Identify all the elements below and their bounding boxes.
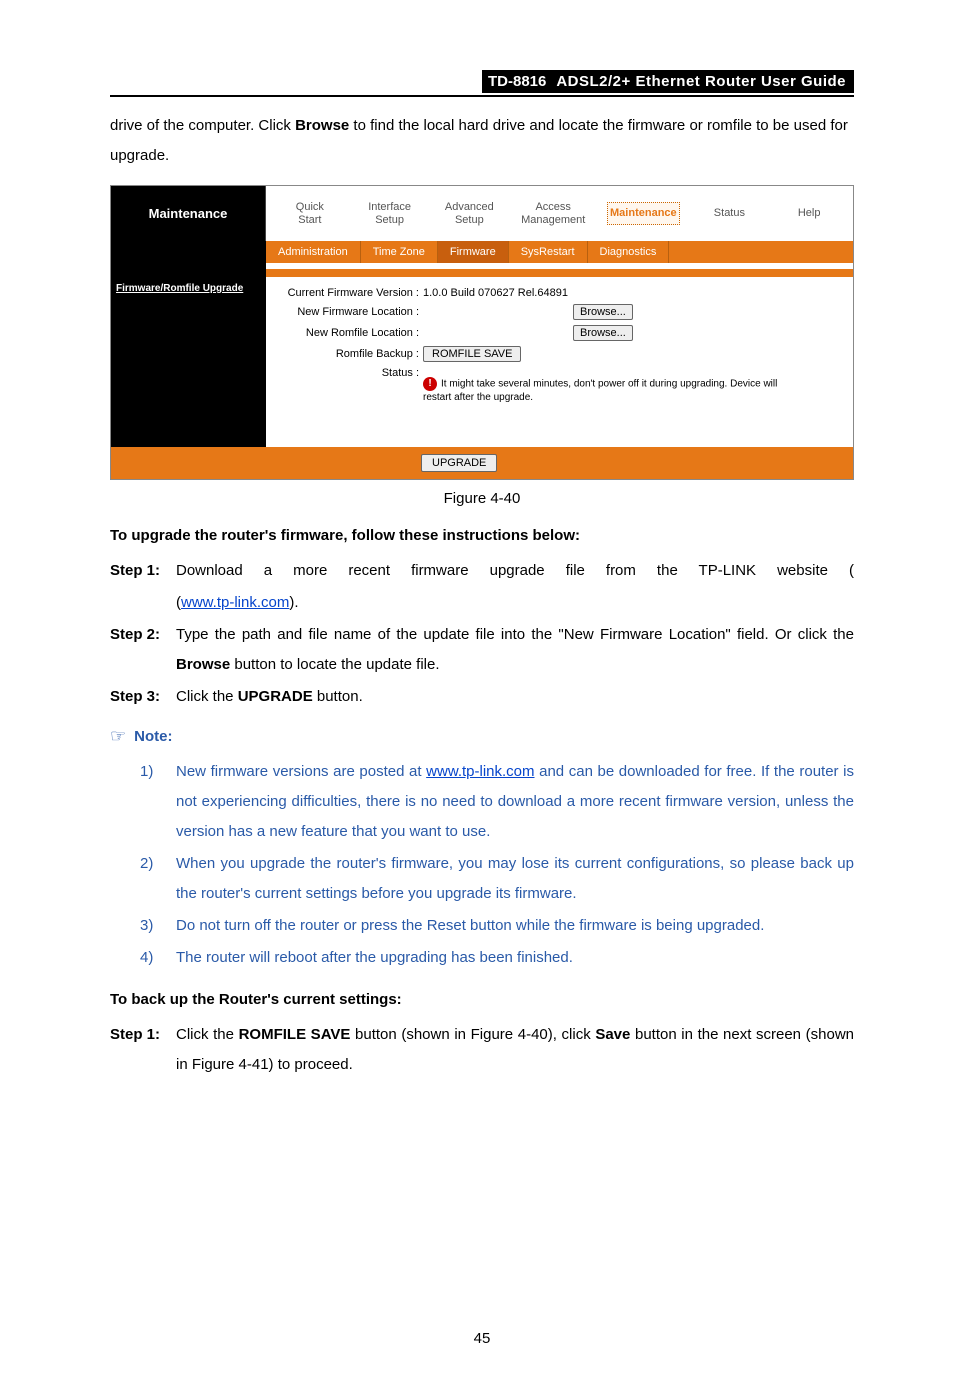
- page-header: TD-8816ADSL2/2+ Ethernet Router User Gui…: [110, 70, 854, 97]
- router-sidebar: Firmware/Romfile Upgrade: [111, 277, 266, 447]
- upgrade-button[interactable]: UPGRADE: [421, 454, 497, 472]
- status-label: Status :: [278, 367, 423, 379]
- step-3-bold: UPGRADE: [238, 688, 313, 705]
- note-3: 3) Do not turn off the router or press t…: [140, 911, 854, 941]
- current-version-value: 1.0.0 Build 070627 Rel.64891: [423, 287, 568, 299]
- nav-advanced-setup[interactable]: AdvancedSetup: [439, 197, 499, 230]
- new-romfile-label: New Romfile Location :: [278, 327, 423, 339]
- nav-access-management[interactable]: AccessManagement: [519, 197, 587, 230]
- tp-link-url[interactable]: www.tp-link.com: [181, 594, 289, 611]
- intro-paragraph: drive of the computer. Click Browse to f…: [110, 111, 854, 171]
- step-2-bold: Browse: [176, 656, 230, 673]
- router-main-nav: QuickStart InterfaceSetup AdvancedSetup …: [266, 186, 853, 241]
- step-3: Step 3: Click the UPGRADE button.: [110, 682, 854, 712]
- nav-status[interactable]: Status: [699, 203, 759, 224]
- step-1-label: Step 1:: [110, 556, 176, 586]
- note-1: 1) New firmware versions are posted at w…: [140, 757, 854, 847]
- router-sidebar-title: Maintenance: [111, 186, 266, 241]
- browse-romfile-button[interactable]: Browse...: [573, 325, 633, 341]
- note-label: Note:: [134, 728, 172, 745]
- backup-step-label: Step 1:: [110, 1020, 176, 1080]
- step-2-label: Step 2:: [110, 620, 176, 680]
- step-3-label: Step 3:: [110, 682, 176, 712]
- note-tp-link-url[interactable]: www.tp-link.com: [426, 763, 534, 780]
- header-model: TD-8816: [482, 70, 552, 93]
- sidebar-firmware-upgrade-link[interactable]: Firmware/Romfile Upgrade: [111, 277, 266, 300]
- nav-quick-start[interactable]: QuickStart: [280, 197, 340, 230]
- note-heading: ☞ Note:: [110, 726, 854, 747]
- note-4: 4) The router will reboot after the upgr…: [140, 943, 854, 973]
- backup-heading: To back up the Router's current settings…: [110, 991, 854, 1008]
- browse-firmware-button[interactable]: Browse...: [573, 304, 633, 320]
- router-subnav: Administration Time Zone Firmware SysRes…: [266, 241, 853, 263]
- intro-browse-word: Browse: [295, 117, 349, 134]
- subnav-administration[interactable]: Administration: [266, 241, 361, 263]
- subnav-timezone[interactable]: Time Zone: [361, 241, 438, 263]
- backup-bold-2: Save: [595, 1026, 630, 1043]
- subnav-sysrestart[interactable]: SysRestart: [509, 241, 588, 263]
- step-1: Step 1: Download a more recent firmware …: [110, 556, 854, 586]
- subnav-diagnostics[interactable]: Diagnostics: [588, 241, 670, 263]
- warning-icon: !: [423, 377, 437, 391]
- upgrade-instructions-heading: To upgrade the router's firmware, follow…: [110, 527, 854, 544]
- note-list: 1) New firmware versions are posted at w…: [140, 757, 854, 973]
- page-number: 45: [110, 1330, 854, 1347]
- subnav-firmware[interactable]: Firmware: [438, 241, 509, 263]
- backup-bold-1: ROMFILE SAVE: [239, 1026, 351, 1043]
- new-firmware-label: New Firmware Location :: [278, 306, 423, 318]
- nav-interface-setup[interactable]: InterfaceSetup: [360, 197, 420, 230]
- figure-caption: Figure 4-40: [110, 490, 854, 507]
- router-content: Current Firmware Version : 1.0.0 Build 0…: [266, 277, 853, 447]
- status-text: It might take several minutes, don't pow…: [423, 379, 777, 403]
- romfile-backup-label: Romfile Backup :: [278, 348, 423, 360]
- step-2: Step 2: Type the path and file name of t…: [110, 620, 854, 680]
- step-1-cont: (www.tp-link.com).).: [110, 588, 854, 618]
- status-message: !It might take several minutes, don't po…: [423, 367, 803, 404]
- intro-pre: drive of the computer. Click: [110, 117, 295, 134]
- romfile-save-button[interactable]: ROMFILE SAVE: [423, 346, 521, 362]
- current-version-label: Current Firmware Version :: [278, 287, 423, 299]
- note-2: 2) When you upgrade the router's firmwar…: [140, 849, 854, 909]
- pointing-hand-icon: ☞: [110, 726, 126, 747]
- nav-maintenance[interactable]: Maintenance: [607, 202, 680, 225]
- header-title: ADSL2/2+ Ethernet Router User Guide: [552, 70, 854, 93]
- nav-help[interactable]: Help: [779, 203, 839, 224]
- router-ui-screenshot: Maintenance QuickStart InterfaceSetup Ad…: [110, 185, 854, 480]
- backup-step-1: Step 1: Click the ROMFILE SAVE button (s…: [110, 1020, 854, 1080]
